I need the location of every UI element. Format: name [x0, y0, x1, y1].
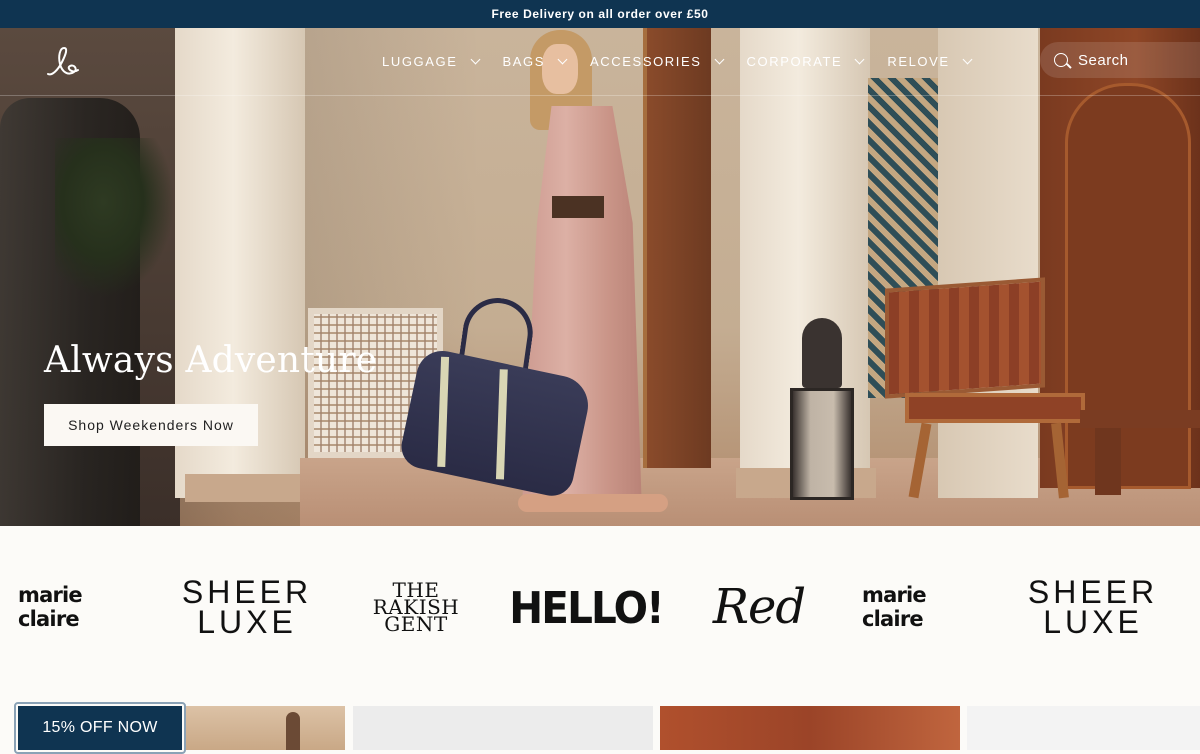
chevron-down-icon [557, 54, 568, 64]
nav-label: CORPORATE [746, 53, 843, 69]
press-logos-strip: marie claire SHEER LUXE THE RAKISH GENT … [0, 526, 1200, 696]
press-logo-text: LUXE [1043, 604, 1143, 640]
chevron-down-icon [470, 54, 480, 64]
nav-label: RELOVE [887, 53, 950, 69]
nav-item-luggage[interactable]: LUGGAGE [382, 48, 480, 74]
site-header: LUGGAGE BAGS ACCESSORIES CORPORATE RELOV… [0, 28, 1200, 96]
script-initials-logo-icon[interactable] [44, 44, 82, 80]
press-logo-text: marie claire [862, 583, 927, 631]
main-nav: LUGGAGE BAGS ACCESSORIES CORPORATE RELOV… [382, 48, 995, 74]
nav-label: LUGGAGE [382, 53, 458, 69]
hero-title: Always Adventure [44, 340, 378, 381]
hero-scene-side-table [1080, 410, 1200, 495]
nav-item-relove[interactable]: RELOVE [887, 48, 973, 74]
nav-item-corporate[interactable]: CORPORATE [746, 48, 865, 74]
discount-popup-tab[interactable]: 15% OFF NOW [14, 702, 186, 754]
nav-item-accessories[interactable]: ACCESSORIES [590, 48, 724, 74]
press-logo-red: Red [712, 574, 806, 640]
hero-banner[interactable]: Always Adventure Shop Weekenders Now [0, 28, 1200, 526]
press-logo-text: Red [712, 579, 806, 635]
nav-item-bags[interactable]: BAGS [502, 48, 568, 74]
press-logo-hello: HELLO! [509, 580, 664, 636]
press-logo-marie-claire: marie claire [18, 582, 140, 632]
press-logo-rakish-gent: THE RAKISH GENT [360, 576, 472, 638]
product-card[interactable] [660, 706, 960, 750]
hero-scene-chair [885, 277, 1085, 499]
press-logo-sheer-luxe: SHEER LUXE [182, 574, 308, 640]
announcement-text: Free Delivery on all order over £50 [491, 7, 709, 21]
hero-scene-floor-lantern [788, 318, 856, 500]
chevron-down-icon [854, 54, 865, 64]
press-logo-text: HELLO! [509, 582, 664, 634]
chevron-down-icon [714, 54, 724, 64]
nav-label: ACCESSORIES [590, 53, 702, 69]
shop-weekenders-button[interactable]: Shop Weekenders Now [44, 404, 258, 446]
press-logo-text: SHEER [1027, 574, 1159, 610]
announcement-bar: Free Delivery on all order over £50 [0, 0, 1200, 28]
search-label: Search [1078, 51, 1129, 69]
press-logo-text: LUXE [197, 604, 297, 640]
press-logo-text: marie claire [18, 583, 83, 631]
search-icon [1054, 53, 1068, 67]
product-card[interactable] [967, 706, 1200, 750]
discount-label: 15% OFF NOW [18, 706, 182, 750]
product-card[interactable] [353, 706, 653, 750]
nav-label: BAGS [502, 53, 546, 69]
press-logo-marie-claire: marie claire [862, 582, 986, 632]
search-button[interactable]: Search [1040, 42, 1200, 78]
press-logo-text: SHEER [181, 574, 313, 610]
hero-scene-plant [55, 138, 175, 298]
product-card[interactable] [186, 706, 345, 750]
press-logo-sheer-luxe: SHEER LUXE [1028, 574, 1154, 640]
press-logo-text: GENT [384, 611, 448, 636]
chevron-down-icon [962, 54, 973, 64]
